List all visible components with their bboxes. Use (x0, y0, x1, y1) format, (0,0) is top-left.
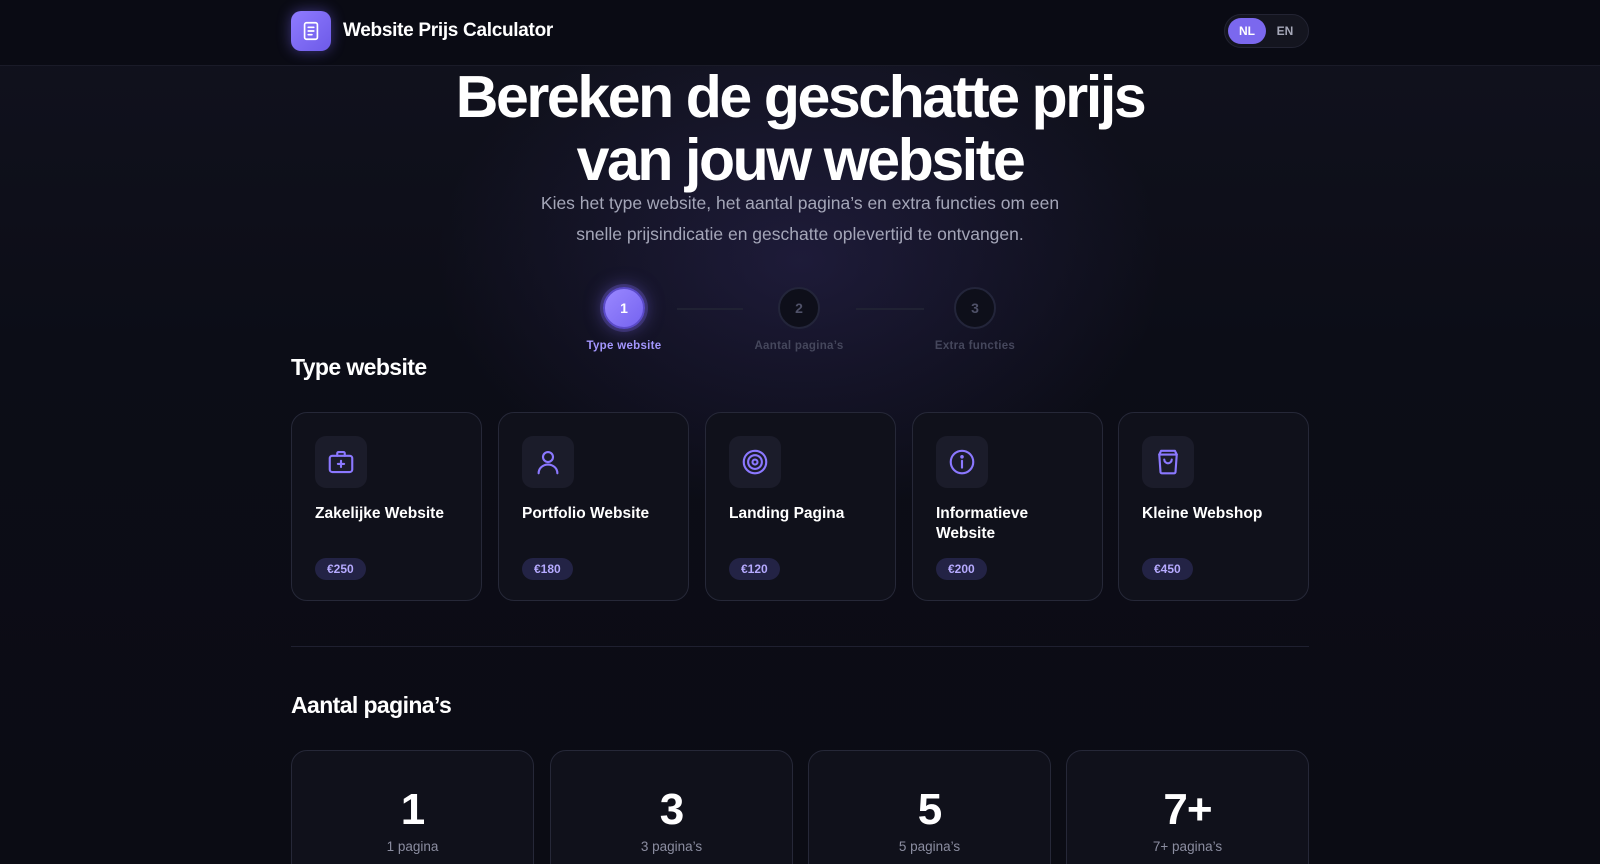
price-badge: €120 (729, 558, 780, 580)
hero-subtitle-line-2: snelle prijsindicatie en geschatte oplev… (576, 224, 1024, 244)
page-count-label: 7+ pagina’s (1152, 839, 1223, 854)
card-title: Informatieve Website (936, 505, 1029, 542)
card-title: Landing Pagina (729, 505, 845, 522)
step-1-label: Type website (586, 340, 662, 352)
user-icon (522, 436, 574, 488)
target-icon (729, 436, 781, 488)
step-connector (677, 308, 743, 310)
step-2-label: Aantal pagina’s (754, 340, 844, 352)
page-count-card[interactable]: 5 5 pagina’s (808, 750, 1051, 864)
step-3-indicator[interactable]: 3 (954, 287, 996, 329)
briefcase-icon (315, 436, 367, 488)
website-type-card[interactable]: Kleine Webshop €450 (1118, 412, 1309, 601)
page-count-card[interactable]: 1 1 pagina (291, 750, 534, 864)
step-connector (856, 308, 924, 310)
shopping-bag-icon (1142, 436, 1194, 488)
brand[interactable]: Website Prijs Calculator (291, 11, 553, 51)
pages-section-title: Aantal pagina’s (291, 692, 452, 718)
page-count-number: 7+ (1163, 785, 1212, 834)
progress-stepper: 1 Type website 2 Aantal pagina’s 3 Extra… (0, 284, 1600, 364)
hero-subtitle-line-1: Kies het type website, het aantal pagina… (540, 193, 1060, 213)
section-divider (291, 646, 1309, 647)
page-count-label: 1 pagina (386, 839, 439, 854)
page-count-label: 3 pagina’s (640, 839, 703, 854)
website-type-card[interactable]: Portfolio Website €180 (498, 412, 689, 601)
hero-title: Bereken de geschatte prijs van jouw webs… (0, 66, 1600, 192)
page-count-card[interactable]: 7+ 7+ pagina’s (1066, 750, 1309, 864)
price-badge: €180 (522, 558, 573, 580)
card-title: Kleine Webshop (1142, 505, 1263, 522)
page-count-label: 5 pagina’s (898, 839, 961, 854)
page-count-card[interactable]: 3 3 pagina’s (550, 750, 793, 864)
hero-title-line-1: Bereken de geschatte prijs (455, 64, 1147, 130)
price-badge: €200 (936, 558, 987, 580)
step-1-indicator[interactable]: 1 (603, 287, 645, 329)
page-count-number: 5 (917, 785, 942, 834)
language-nl-button[interactable]: NL (1228, 18, 1266, 44)
step-3-label: Extra functies (934, 340, 1016, 352)
info-icon (936, 436, 988, 488)
price-badge: €250 (315, 558, 366, 580)
card-title: Portfolio Website (522, 505, 650, 522)
step-2-indicator[interactable]: 2 (778, 287, 820, 329)
hero-title-line-2: van jouw website (576, 127, 1026, 193)
page-count-number: 3 (659, 785, 684, 834)
language-en-button[interactable]: EN (1266, 18, 1304, 44)
website-type-card[interactable]: Informatieve Website €200 (912, 412, 1103, 601)
website-type-card[interactable]: Zakelijke Website €250 (291, 412, 482, 601)
language-switcher: NL EN (1224, 14, 1309, 48)
type-section-title: Type website (291, 354, 427, 380)
document-icon (291, 11, 331, 51)
top-navbar: Website Prijs Calculator NL EN (0, 0, 1600, 66)
app-title: Website Prijs Calculator (343, 20, 553, 41)
price-badge: €450 (1142, 558, 1193, 580)
website-type-card[interactable]: Landing Pagina €120 (705, 412, 896, 601)
page-count-number: 1 (400, 785, 425, 834)
hero-subtitle: Kies het type website, het aantal pagina… (500, 188, 1100, 250)
card-title: Zakelijke Website (315, 505, 444, 522)
